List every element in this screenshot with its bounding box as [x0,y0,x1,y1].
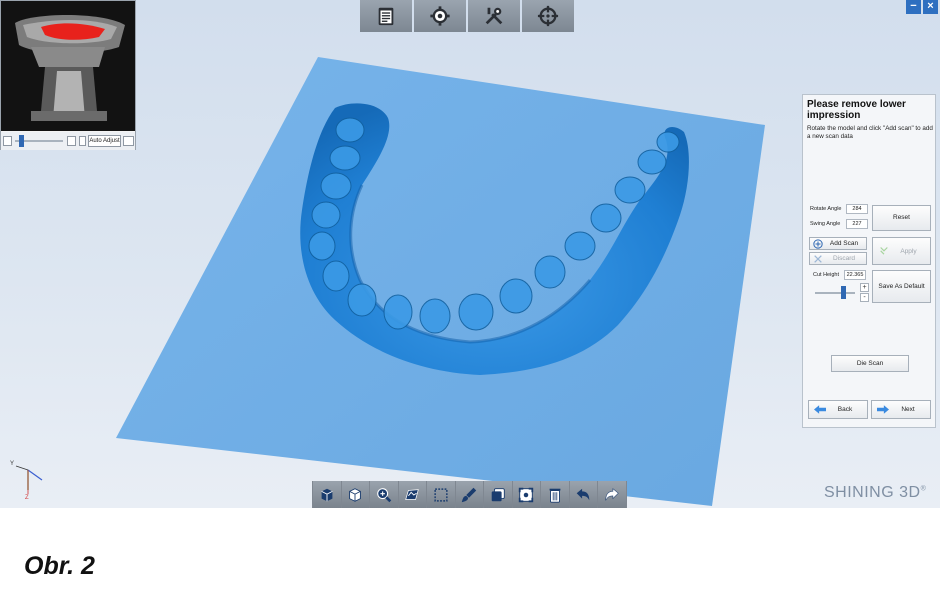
next-button[interactable]: Next [871,400,931,419]
fit-view-icon [519,487,534,502]
axis-y-label: Y [10,461,14,467]
rect-select-button[interactable] [427,481,455,508]
rotate-angle-field[interactable]: 284 [846,204,868,214]
rect-select-icon [434,487,448,502]
cut-height-slider[interactable] [815,292,855,294]
delete-button[interactable] [541,481,569,508]
reset-button[interactable]: Reset [872,205,931,231]
gear-icon [430,6,450,26]
rotate-angle-label: Rotate Angle [810,206,842,212]
camera-feed [1,1,135,131]
auto-adjust-button[interactable]: Auto Adjust [88,135,121,147]
axis-gizmo: Y Z [10,461,43,500]
tools-button[interactable] [468,0,520,32]
3d-viewport[interactable]: − × Auto Adjust Please remove lower impr… [0,0,940,508]
perspective-button[interactable] [398,481,426,508]
view-side-button[interactable] [341,481,369,508]
settings-button[interactable] [414,0,466,32]
brush-icon [462,487,477,502]
plus-circle-icon [813,239,823,249]
save-default-label: Save As Default [878,283,925,290]
fit-view-button[interactable] [512,481,540,508]
minimize-button[interactable]: − [906,0,921,14]
tools-icon [485,7,503,25]
die-scan-button[interactable]: Die Scan [831,355,909,372]
apply-label: Apply [900,248,917,255]
perspective-icon [405,488,420,500]
cut-height-decrease[interactable]: - [860,293,869,302]
camera-mode-button[interactable] [3,136,12,146]
back-button[interactable]: Back [808,400,868,419]
axis-z-label: Z [25,495,29,500]
crosshair-icon [537,5,559,27]
view-front-button[interactable] [313,481,341,508]
figure-caption: Obr. 2 [24,552,95,580]
cut-height-label: Cut Height [813,272,839,278]
bottom-toolbar [312,481,627,508]
trash-icon [549,488,561,503]
scan-scene [116,57,765,506]
discard-button[interactable]: Discard [809,252,867,265]
reset-label: Reset [893,214,910,221]
view-cube-alt-icon [349,487,362,502]
layers-icon [491,487,505,501]
save-default-button[interactable]: Save As Default [872,270,931,303]
redo-icon [605,487,619,501]
swing-angle-field[interactable]: 227 [846,219,868,229]
zoom-button[interactable] [370,481,398,508]
clipboard-icon [378,7,394,26]
report-button[interactable] [360,0,412,32]
zoom-icon [376,487,392,502]
camera-option-button[interactable] [67,136,76,146]
redo-button[interactable] [598,481,626,508]
undo-button[interactable] [569,481,597,508]
scan-plane [116,57,765,506]
camera-controls: Auto Adjust [1,132,135,150]
brand-logo: SHINING 3D® [824,484,926,502]
brush-button[interactable] [455,481,483,508]
exposure-stepper[interactable] [79,136,86,146]
page: − × Auto Adjust Please remove lower impr… [0,0,940,600]
camera-preview: Auto Adjust [0,0,136,150]
discard-label: Discard [832,255,856,262]
brand-name: SHINING 3D [824,484,921,501]
brand-mark: ® [920,485,927,493]
exposure-slider-thumb[interactable] [19,135,24,147]
undo-icon [576,488,590,500]
apply-button[interactable]: Apply [872,237,931,265]
cut-height-slider-thumb[interactable] [841,286,846,299]
add-scan-label: Add Scan [829,240,859,247]
close-button[interactable]: × [923,0,938,14]
cut-height-increase[interactable]: + [860,283,869,292]
arrow-right-icon [877,405,889,414]
calibrate-button[interactable] [522,0,574,32]
panel-instruction: Rotate the model and click "Add scan" to… [807,125,933,140]
top-toolbar [360,0,574,32]
back-label: Back [837,406,853,413]
next-label: Next [901,406,915,413]
swing-angle-label: Swing Angle [810,221,841,227]
add-scan-button[interactable]: Add Scan [809,237,867,250]
window-controls: − × [906,0,938,14]
cut-height-field[interactable]: 22.365 [844,270,866,280]
die-scan-label: Die Scan [856,360,884,367]
scan-control-panel: Please remove lower impression Rotate th… [802,94,936,428]
expand-preview-button[interactable] [123,136,134,146]
apply-icon [880,247,888,255]
arrow-left-icon [814,405,826,414]
layers-button[interactable] [484,481,512,508]
view-cube-icon [321,488,333,501]
cross-icon [814,255,822,263]
panel-title: Please remove lower impression [807,99,906,121]
